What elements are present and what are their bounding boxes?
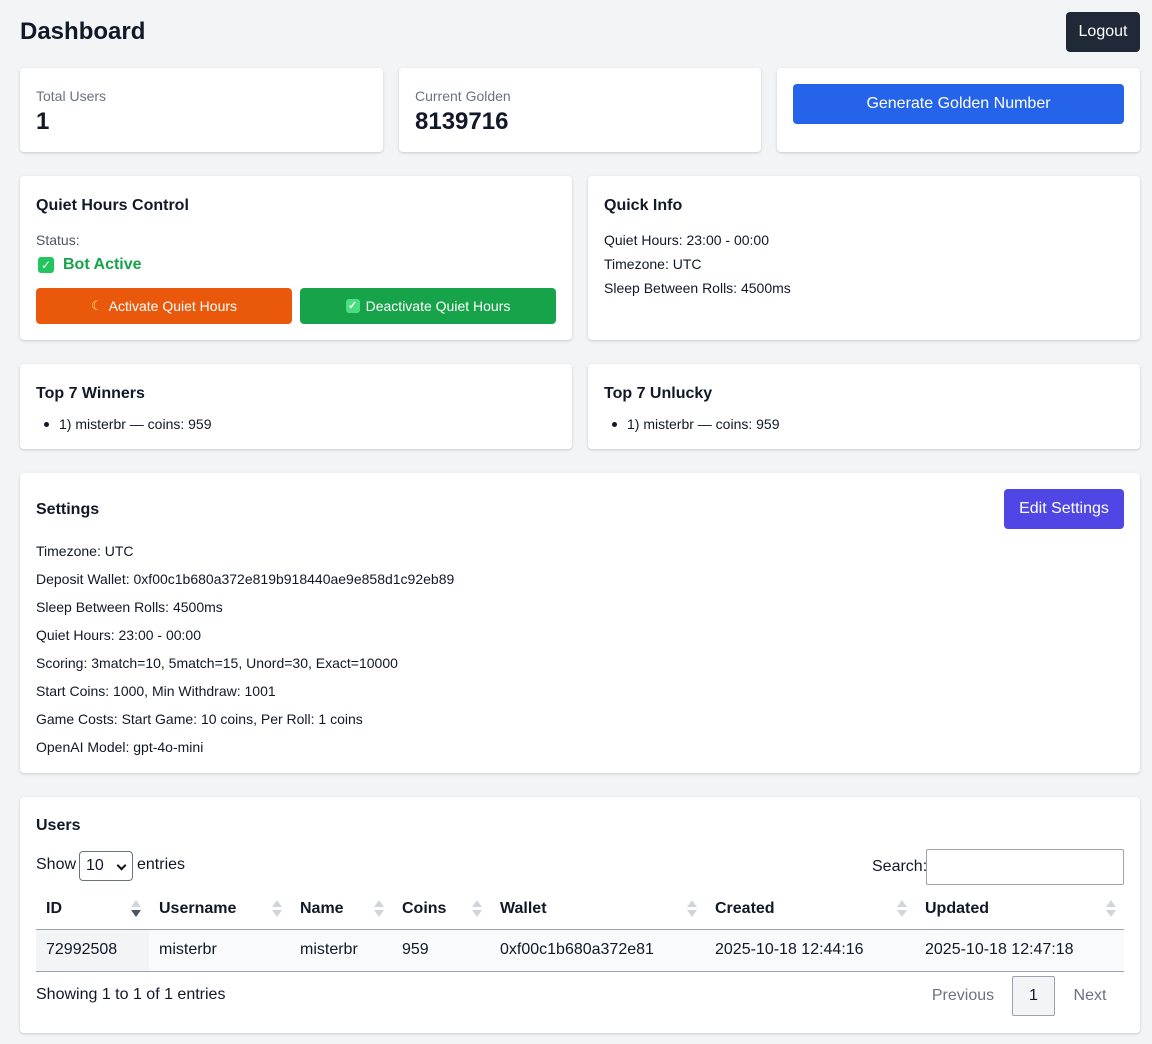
page-size-select[interactable]: 10 bbox=[79, 851, 133, 881]
top-winners-title: Top 7 Winners bbox=[36, 385, 145, 402]
table-info: Showing 1 to 1 of 1 entries bbox=[36, 986, 226, 1003]
list-item: 1) misterbr — coins: 959 bbox=[612, 416, 780, 432]
generate-golden-label: Generate Golden Number bbox=[866, 95, 1051, 112]
generate-golden-button[interactable]: Generate Golden Number bbox=[793, 84, 1124, 124]
bullet bbox=[44, 421, 49, 427]
chevron-down-icon bbox=[116, 860, 127, 871]
current-golden-card: Current Golden 8139716 bbox=[399, 68, 761, 152]
unlucky-entry: 1) misterbr — coins: 959 bbox=[627, 416, 780, 432]
column-label: Username bbox=[159, 899, 237, 917]
logout-button[interactable]: Logout bbox=[1066, 12, 1140, 52]
users-table: ID Username Name Coins Wallet Created Up… bbox=[36, 889, 1124, 972]
list-item: 1) misterbr — coins: 959 bbox=[44, 416, 212, 432]
edit-settings-button[interactable]: Edit Settings bbox=[1004, 489, 1124, 529]
table-header-row: ID Username Name Coins Wallet Created Up… bbox=[36, 889, 1124, 930]
status-indicator: ✓ Bot Active bbox=[38, 256, 142, 274]
top-unlucky-card: Top 7 Unlucky 1) misterbr — coins: 959 bbox=[588, 364, 1140, 449]
top-unlucky-title: Top 7 Unlucky bbox=[604, 385, 713, 402]
show-label: Show bbox=[36, 856, 77, 873]
settings-line: OpenAI Model: gpt-4o-mini bbox=[36, 739, 204, 755]
settings-card: Settings Edit Settings Timezone: UTC Dep… bbox=[20, 473, 1140, 773]
column-label: Wallet bbox=[500, 899, 547, 917]
top-winners-card: Top 7 Winners 1) misterbr — coins: 959 bbox=[20, 364, 572, 449]
total-users-label: Total Users bbox=[36, 88, 107, 104]
next-page-button[interactable]: Next bbox=[1060, 976, 1120, 1016]
deactivate-quiet-hours-button[interactable]: ✓ Deactivate Quiet Hours bbox=[300, 288, 556, 324]
settings-line: Deposit Wallet: 0xf00c1b680a372e819b9184… bbox=[36, 571, 455, 587]
page-number-button[interactable]: 1 bbox=[1012, 976, 1055, 1016]
cell-id: 72992508 bbox=[36, 929, 149, 972]
quick-info-title: Quick Info bbox=[604, 197, 683, 214]
column-header-username[interactable]: Username bbox=[149, 889, 290, 930]
column-label: Name bbox=[300, 899, 344, 917]
settings-line: Sleep Between Rolls: 4500ms bbox=[36, 599, 223, 615]
crescent-moon-icon: ☾ bbox=[90, 298, 103, 313]
page-title: Dashboard bbox=[20, 18, 146, 45]
edit-settings-label: Edit Settings bbox=[1019, 500, 1109, 517]
current-golden-label: Current Golden bbox=[415, 88, 511, 104]
cell-name: misterbr bbox=[290, 929, 392, 972]
quick-info-line: Timezone: UTC bbox=[604, 256, 702, 272]
column-label: Updated bbox=[925, 899, 989, 917]
settings-line: Start Coins: 1000, Min Withdraw: 1001 bbox=[36, 683, 276, 699]
column-header-coins[interactable]: Coins bbox=[392, 889, 490, 930]
cell-created: 2025-10-18 12:44:16 bbox=[705, 929, 915, 972]
sort-icon bbox=[1106, 900, 1116, 918]
total-users-value: 1 bbox=[36, 108, 50, 135]
settings-line: Scoring: 3match=10, 5match=15, Unord=30,… bbox=[36, 655, 398, 671]
users-title: Users bbox=[36, 817, 81, 834]
column-header-updated[interactable]: Updated bbox=[915, 889, 1124, 930]
sort-icon bbox=[897, 900, 907, 918]
quiet-hours-title: Quiet Hours Control bbox=[36, 197, 189, 214]
column-label: ID bbox=[46, 899, 62, 917]
column-label: Coins bbox=[402, 899, 447, 917]
generate-card: Generate Golden Number bbox=[777, 68, 1140, 152]
winner-entry: 1) misterbr — coins: 959 bbox=[59, 416, 212, 432]
users-card: Users Show 10 entries Search: ID Usernam… bbox=[20, 797, 1140, 1033]
settings-line: Quiet Hours: 23:00 - 00:00 bbox=[36, 627, 201, 643]
column-header-id[interactable]: ID bbox=[36, 889, 149, 930]
quiet-hours-card: Quiet Hours Control Status: ✓ Bot Active… bbox=[20, 176, 572, 340]
deactivate-quiet-hours-label: Deactivate Quiet Hours bbox=[365, 298, 511, 314]
activate-quiet-hours-button[interactable]: ☾ Activate Quiet Hours bbox=[36, 288, 292, 324]
bullet bbox=[612, 421, 617, 427]
search-input[interactable] bbox=[926, 849, 1124, 885]
status-value: Bot Active bbox=[63, 256, 142, 273]
activate-quiet-hours-label: Activate Quiet Hours bbox=[108, 298, 238, 314]
quick-info-card: Quick Info Quiet Hours: 23:00 - 00:00 Ti… bbox=[588, 176, 1140, 340]
sort-icon bbox=[131, 900, 141, 918]
page-size-value: 10 bbox=[86, 857, 104, 874]
entries-label: entries bbox=[137, 856, 186, 873]
cell-coins: 959 bbox=[392, 929, 490, 972]
column-header-wallet[interactable]: Wallet bbox=[490, 889, 705, 930]
settings-line: Game Costs: Start Game: 10 coins, Per Ro… bbox=[36, 711, 363, 727]
settings-line: Timezone: UTC bbox=[36, 543, 134, 559]
sort-icon bbox=[687, 900, 697, 918]
quick-info-line: Quiet Hours: 23:00 - 00:00 bbox=[604, 232, 769, 248]
quick-info-line: Sleep Between Rolls: 4500ms bbox=[604, 280, 791, 296]
sort-icon bbox=[374, 900, 384, 918]
current-golden-value: 8139716 bbox=[415, 108, 509, 135]
status-label: Status: bbox=[36, 232, 80, 248]
previous-page-button[interactable]: Previous bbox=[918, 976, 1008, 1016]
users-table-wrap: ID Username Name Coins Wallet Created Up… bbox=[36, 889, 1124, 972]
sort-icon bbox=[272, 900, 282, 918]
total-users-card: Total Users 1 bbox=[20, 68, 383, 152]
cell-wallet: 0xf00c1b680a372e81 bbox=[490, 929, 705, 972]
check-box-icon: ✓ bbox=[345, 299, 360, 313]
cell-updated: 2025-10-18 12:47:18 bbox=[915, 929, 1124, 972]
search-label: Search: bbox=[872, 858, 928, 875]
column-label: Created bbox=[715, 899, 775, 917]
column-header-created[interactable]: Created bbox=[705, 889, 915, 930]
cell-username: misterbr bbox=[149, 929, 290, 972]
table-row[interactable]: 72992508 misterbr misterbr 959 0xf00c1b6… bbox=[36, 929, 1124, 972]
settings-title: Settings bbox=[36, 501, 100, 518]
check-box-icon: ✓ bbox=[38, 257, 54, 273]
sort-icon bbox=[472, 900, 482, 918]
column-header-name[interactable]: Name bbox=[290, 889, 392, 930]
